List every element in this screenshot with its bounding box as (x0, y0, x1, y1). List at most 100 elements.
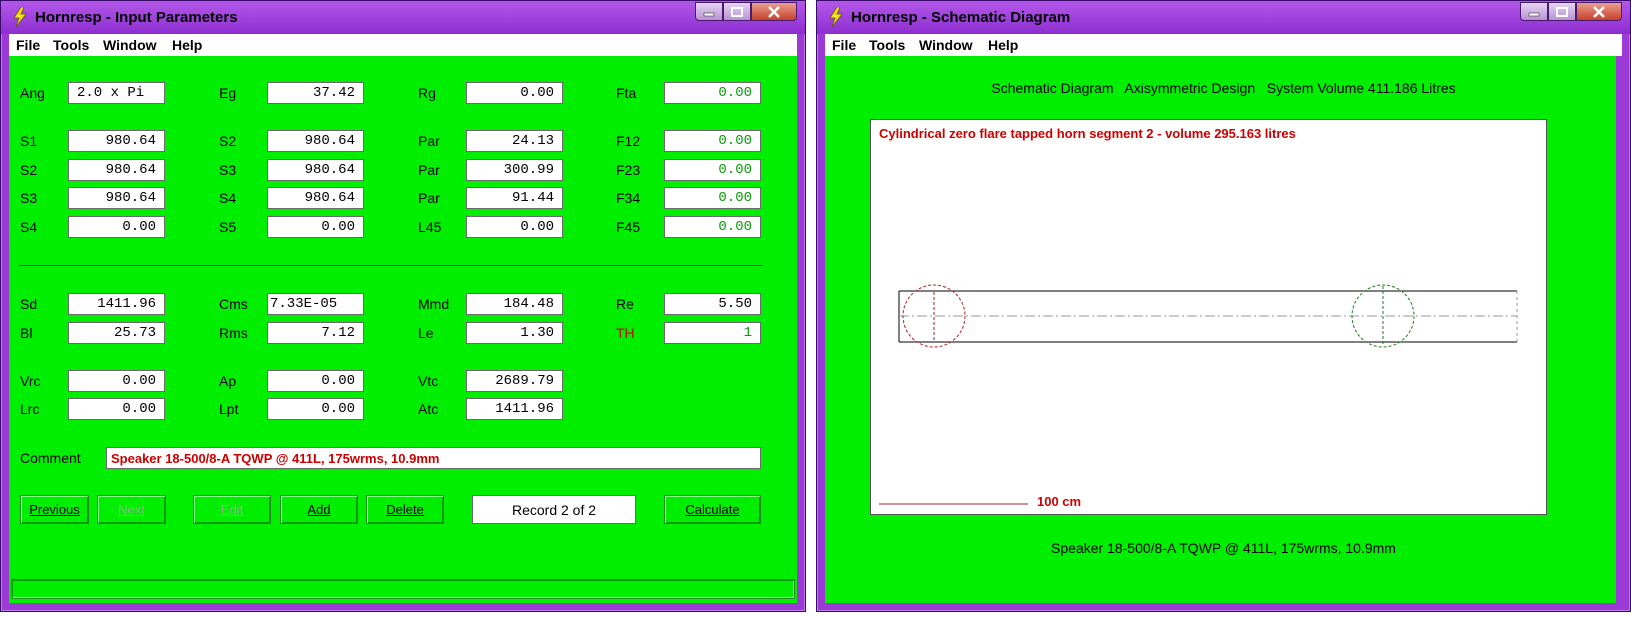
label-s5: S5 (219, 219, 237, 235)
schematic-canvas: Cylindrical zero flare tapped horn segme… (870, 119, 1547, 515)
close-button[interactable] (751, 2, 797, 21)
menu-help[interactable]: Help (988, 37, 1018, 53)
field-s4[interactable]: 0.00 (68, 216, 165, 238)
window-title: Hornresp - Input Parameters (35, 9, 238, 26)
horn-diagram (879, 284, 1518, 505)
minimize-button[interactable] (1520, 2, 1548, 21)
field-lpt[interactable]: 0.00 (267, 398, 364, 420)
delete-button[interactable]: Delete (366, 495, 444, 524)
field-s2-upper[interactable]: 980.64 (267, 130, 364, 152)
menu-bar: File Tools Window Help (825, 34, 1622, 56)
scrollbar-edge[interactable] (1616, 56, 1622, 603)
field-s3[interactable]: 980.64 (68, 187, 165, 209)
label-s4-upper: S4 (219, 190, 237, 206)
menu-tools[interactable]: Tools (53, 37, 89, 53)
label-s3: S3 (20, 190, 38, 206)
add-button[interactable]: Add (280, 495, 358, 524)
next-button[interactable]: Next (97, 495, 166, 524)
field-sd[interactable]: 1411.96 (68, 293, 165, 315)
comment-field[interactable]: Speaker 18-500/8-A TQWP @ 411L, 175wrms,… (106, 447, 761, 469)
field-vrc[interactable]: 0.00 (68, 370, 165, 392)
menu-bar: File Tools Window Help (9, 34, 797, 56)
field-rg[interactable]: 0.00 (466, 82, 563, 104)
field-mmd[interactable]: 184.48 (466, 293, 563, 315)
menu-file[interactable]: File (832, 37, 856, 53)
maximize-button[interactable] (1548, 2, 1576, 21)
minimize-button[interactable] (695, 2, 723, 21)
field-par-2[interactable]: 300.99 (466, 159, 563, 181)
field-par-1[interactable]: 24.13 (466, 130, 563, 152)
field-l45[interactable]: 0.00 (466, 216, 563, 238)
schematic-comment: Speaker 18-500/8-A TQWP @ 411L, 175wrms,… (1051, 540, 1396, 556)
close-icon (1593, 5, 1605, 18)
field-fta[interactable]: 0.00 (664, 82, 761, 104)
label-sd: Sd (20, 296, 38, 312)
field-f23[interactable]: 0.00 (664, 159, 761, 181)
maximize-icon (731, 6, 743, 17)
field-lrc[interactable]: 0.00 (68, 398, 165, 420)
label-vtc: Vtc (418, 373, 439, 389)
field-th[interactable]: 1 (664, 322, 761, 344)
maximize-icon (1556, 6, 1568, 17)
field-vtc[interactable]: 2689.79 (466, 370, 563, 392)
label-ap: Ap (219, 373, 237, 389)
label-bl: Bl (20, 325, 33, 341)
calculate-button[interactable]: Calculate (664, 495, 761, 524)
menu-tools[interactable]: Tools (869, 37, 905, 53)
label-f23: F23 (616, 162, 641, 178)
minimize-icon (703, 12, 715, 16)
label-rms: Rms (219, 325, 248, 341)
section-divider (19, 265, 763, 266)
record-indicator: Record 2 of 2 (472, 495, 636, 524)
field-rms[interactable]: 7.12 (267, 322, 364, 344)
menu-help[interactable]: Help (172, 37, 202, 53)
label-s1: S1 (20, 133, 38, 149)
field-s4-upper[interactable]: 980.64 (267, 187, 364, 209)
menu-window[interactable]: Window (919, 37, 973, 53)
menu-window[interactable]: Window (103, 37, 157, 53)
field-le[interactable]: 1.30 (466, 322, 563, 344)
label-vrc: Vrc (20, 373, 41, 389)
schematic-client-area: Schematic Diagram Axisymmetric Design Sy… (825, 56, 1622, 603)
maximize-button[interactable] (723, 2, 751, 21)
close-button[interactable] (1576, 2, 1622, 21)
label-th[interactable]: TH (616, 325, 635, 341)
field-s2[interactable]: 980.64 (68, 159, 165, 181)
edit-button[interactable]: Edit (193, 495, 271, 524)
window-title: Hornresp - Schematic Diagram (851, 9, 1071, 26)
field-s3-upper[interactable]: 980.64 (267, 159, 364, 181)
field-ang[interactable]: 2.0 x Pi (68, 82, 165, 104)
input-client-area: Ang 2.0 x Pi Eg 37.42 Rg 0.00 Fta 0.00 S… (9, 56, 797, 603)
label-par-3: Par (418, 190, 440, 206)
title-bar[interactable]: Hornresp - Input Parameters (1, 1, 805, 34)
field-cms[interactable]: 7.33E-05 (267, 293, 364, 315)
field-s5[interactable]: 0.00 (267, 216, 364, 238)
menu-file[interactable]: File (16, 37, 40, 53)
label-f34: F34 (616, 190, 641, 206)
status-bar (11, 579, 795, 599)
label-mmd: Mmd (418, 296, 450, 312)
field-eg[interactable]: 37.42 (267, 82, 364, 104)
schematic-diagram-window: Hornresp - Schematic Diagram File Tools … (816, 0, 1631, 612)
field-bl[interactable]: 25.73 (68, 322, 165, 344)
label-le: Le (418, 325, 434, 341)
field-f12[interactable]: 0.00 (664, 130, 761, 152)
scale-label: 100 cm (1037, 494, 1082, 509)
label-rg: Rg (418, 85, 436, 101)
field-f34[interactable]: 0.00 (664, 187, 761, 209)
title-bar[interactable]: Hornresp - Schematic Diagram (817, 1, 1630, 34)
label-ang: Ang (20, 85, 45, 101)
label-atc: Atc (418, 401, 439, 417)
previous-button[interactable]: Previous (20, 495, 89, 524)
field-s1[interactable]: 980.64 (68, 130, 165, 152)
field-re[interactable]: 5.50 (664, 293, 761, 315)
schematic-caption: Schematic Diagram Axisymmetric Design Sy… (991, 80, 1456, 96)
minimize-icon (1528, 12, 1540, 16)
field-ap[interactable]: 0.00 (267, 370, 364, 392)
field-atc[interactable]: 1411.96 (466, 398, 563, 420)
label-eg: Eg (219, 85, 237, 101)
label-lpt: Lpt (219, 401, 239, 417)
input-parameters-window: Hornresp - Input Parameters File Tools W… (0, 0, 806, 612)
field-f45[interactable]: 0.00 (664, 216, 761, 238)
field-par-3[interactable]: 91.44 (466, 187, 563, 209)
